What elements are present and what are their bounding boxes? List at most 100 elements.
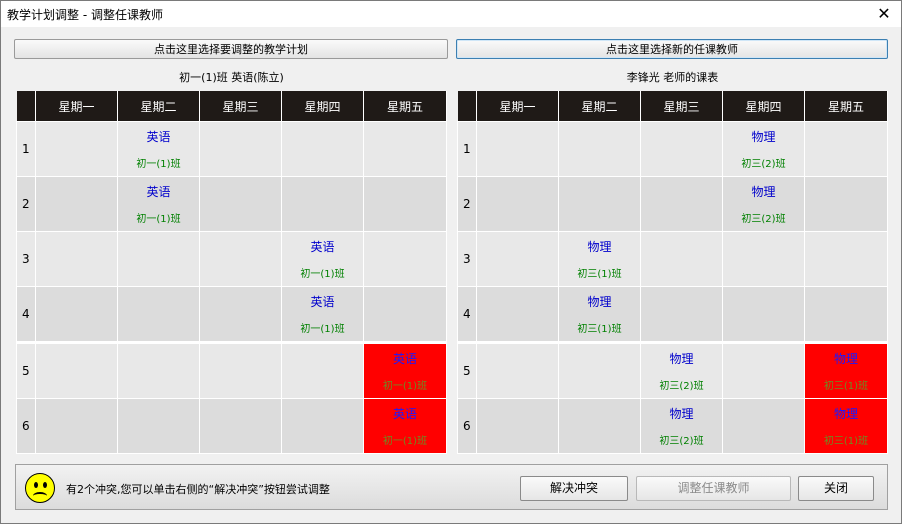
subject-label: 物理 (833, 352, 858, 366)
timetable-cell[interactable] (804, 121, 888, 177)
timetable-cell[interactable]: 物理 初三(1)班 (558, 231, 641, 287)
timetable-cell[interactable] (558, 398, 641, 454)
timetable-cell[interactable]: 物理 初三(2)班 (722, 176, 805, 232)
weekday-header: 星期三 (640, 91, 723, 122)
timetable-cell[interactable] (558, 341, 641, 399)
timetable-cell[interactable] (363, 176, 447, 232)
period-row: 2 英语 初一(1)班 (16, 176, 447, 232)
timetable-cell[interactable] (117, 231, 200, 287)
timetable-cell[interactable] (363, 231, 447, 287)
timetable-cell[interactable] (35, 341, 118, 399)
timetable-cell[interactable] (640, 121, 723, 177)
timetable-cell[interactable] (640, 286, 723, 343)
subject-label: 物理 (669, 352, 694, 366)
timetable-cell[interactable] (722, 231, 805, 287)
period-number: 1 (457, 121, 477, 177)
timetable-cell[interactable] (363, 286, 447, 343)
period-number: 4 (457, 286, 477, 343)
period-number: 5 (457, 341, 477, 399)
timetable-cell[interactable]: 物理 初三(1)班 (804, 398, 888, 454)
timetable-cell[interactable] (199, 398, 282, 454)
period-row: 1 物理 初三(2)班 (457, 121, 888, 177)
close-button[interactable]: 关闭 (798, 476, 874, 501)
sad-face-icon (25, 473, 55, 503)
timetable-cell[interactable] (476, 341, 559, 399)
left-table-caption: 初一(1)班 英语(陈立) (179, 71, 284, 84)
weekday-header: 星期四 (722, 91, 805, 122)
class-label: 初一(1)班 (382, 436, 428, 447)
timetable-cell[interactable]: 物理初三(1)班 (804, 341, 888, 399)
timetable-cell[interactable]: 物理 初三(2)班 (640, 398, 723, 454)
select-teacher-button[interactable]: 点击这里选择新的任课教师 (456, 39, 888, 59)
right-table-caption: 李锋光 老师的课表 (626, 71, 719, 84)
period-row: 1 英语 初一(1)班 (16, 121, 447, 177)
timetable-cell[interactable] (722, 398, 805, 454)
adjust-teacher-button[interactable]: 调整任课教师 (636, 476, 791, 501)
timetable-cell[interactable] (199, 341, 282, 399)
timetable-cell[interactable] (35, 231, 118, 287)
subject-label: 物理 (751, 185, 776, 199)
timetable-cell[interactable] (199, 121, 282, 177)
weekday-header: 星期二 (117, 91, 200, 122)
timetable-cell[interactable] (804, 231, 888, 287)
timetable-cell[interactable] (640, 176, 723, 232)
timetable-cell[interactable]: 物理 初三(1)班 (558, 286, 641, 343)
period-row: 5 物理 初三(2)班 物理 初三(1)班 (457, 341, 888, 399)
timetable-cell[interactable]: 英语 初一(1)班 (281, 286, 364, 343)
timetable-cell[interactable] (722, 286, 805, 343)
timetable-cell[interactable] (117, 398, 200, 454)
timetable-cell[interactable] (476, 176, 559, 232)
header-corner (16, 91, 36, 122)
timetable-cell[interactable] (281, 341, 364, 399)
window-title: 教学计划调整 - 调整任课教师 (7, 8, 163, 22)
timetable-cell[interactable] (722, 341, 805, 399)
timetable-cell[interactable]: 英语 初一(1)班 (363, 398, 447, 454)
header-corner (457, 91, 477, 122)
timetable-cell[interactable] (35, 121, 118, 177)
close-icon[interactable]: ✕ (867, 1, 901, 27)
timetable-cell[interactable] (117, 341, 200, 399)
select-plan-button[interactable]: 点击这里选择要调整的教学计划 (14, 39, 448, 59)
weekday-header: 星期五 (804, 91, 888, 122)
timetable-cell[interactable] (558, 121, 641, 177)
timetable-cell[interactable] (476, 231, 559, 287)
timetable-cell[interactable] (117, 286, 200, 343)
timetable-cell[interactable] (199, 176, 282, 232)
timetable-cell[interactable] (804, 286, 888, 343)
timetable-cell[interactable]: 物理 初三(2)班 (722, 121, 805, 177)
timetable-cell[interactable]: 物理 初三(2)班 (640, 341, 723, 399)
timetable-cell[interactable] (558, 176, 641, 232)
timetable-cell[interactable] (281, 176, 364, 232)
timetable-cell[interactable]: 英语 初一(1)班 (117, 121, 200, 177)
weekday-header: 星期四 (281, 91, 364, 122)
timetable-cell[interactable] (35, 176, 118, 232)
timetable-cell[interactable] (476, 286, 559, 343)
class-label: 初一(1)班 (136, 214, 181, 225)
timetable-cell[interactable] (363, 121, 447, 177)
timetable-cell[interactable] (281, 121, 364, 177)
period-number: 3 (457, 231, 477, 287)
subject-label: 英语 (146, 185, 171, 199)
weekday-header: 星期一 (35, 91, 118, 122)
subject-label: 物理 (751, 130, 776, 144)
resolve-conflict-button[interactable]: 解决冲突 (520, 476, 628, 501)
class-label: 初三(2)班 (659, 436, 704, 447)
timetable-cell[interactable] (35, 398, 118, 454)
class-label: 初三(1)班 (823, 381, 869, 392)
period-row: 2 物理 初三(2)班 (457, 176, 888, 232)
dialog-window: 教学计划调整 - 调整任课教师 ✕ 点击这里选择要调整的教学计划 点击这里选择新… (0, 0, 902, 524)
timetable-cell[interactable]: 英语初一(1)班 (117, 176, 200, 232)
timetable-cell[interactable]: 英语 初一(1)班 (281, 231, 364, 287)
timetable-cell[interactable]: 英语 初一(1)班 (363, 341, 447, 399)
timetable-cell[interactable] (640, 231, 723, 287)
timetable-cell[interactable] (281, 398, 364, 454)
timetable-cell[interactable] (804, 176, 888, 232)
timetable-cell[interactable] (476, 398, 559, 454)
timetable-cell[interactable] (35, 286, 118, 343)
subject-label: 物理 (587, 295, 612, 309)
period-number: 5 (16, 341, 36, 399)
timetable-cell[interactable] (476, 121, 559, 177)
timetable-cell[interactable] (199, 231, 282, 287)
period-number: 6 (16, 398, 36, 454)
timetable-cell[interactable] (199, 286, 282, 343)
